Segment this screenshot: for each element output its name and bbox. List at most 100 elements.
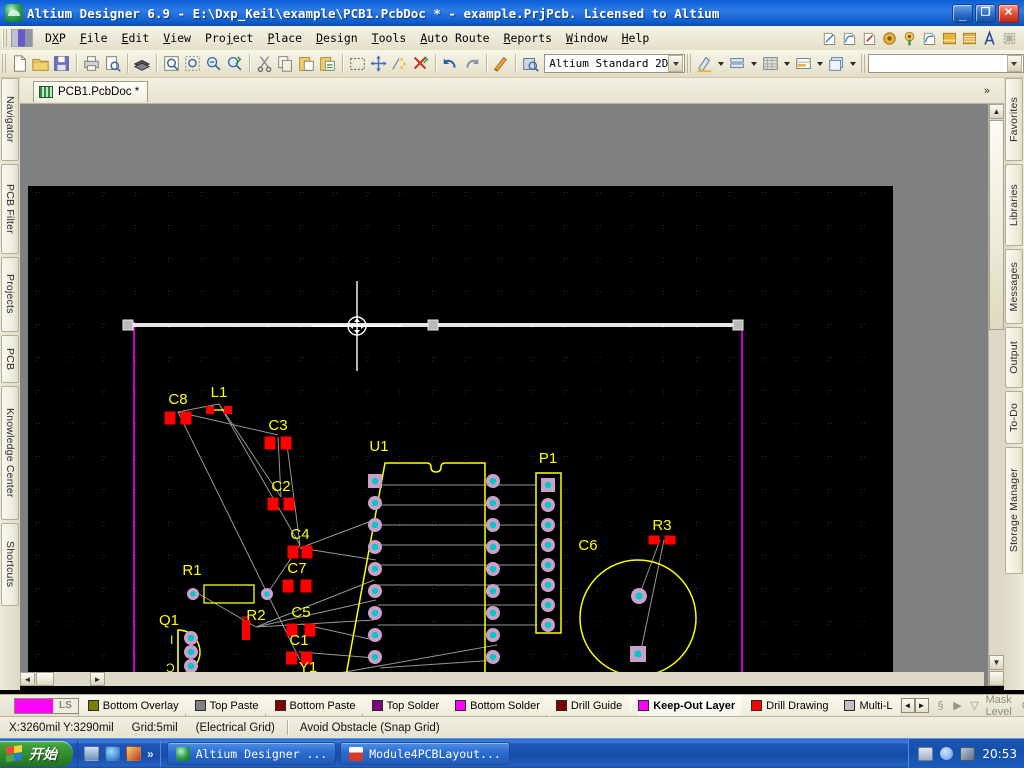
layer-stack-split-button[interactable] (727, 53, 760, 74)
chevron-down-icon[interactable] (781, 53, 793, 74)
layer-tab-bottom-overlay[interactable]: Bottom Overlay (78, 694, 186, 717)
chevron-down-icon[interactable] (715, 53, 727, 74)
place-dimension-icon[interactable] (1001, 30, 1018, 47)
through-hole-pad[interactable] (630, 646, 646, 662)
layer-tab-bottom-paste[interactable]: Bottom Paste (265, 694, 363, 717)
menu-item-place[interactable]: Place (260, 28, 309, 48)
board-sheet[interactable] (28, 186, 893, 680)
menu-drag-grip[interactable] (2, 29, 9, 47)
layer-sets-chip[interactable]: LS (14, 697, 79, 714)
chevron-down-icon[interactable] (814, 53, 826, 74)
board-layers-icon[interactable] (131, 53, 152, 74)
place-arc-center-icon[interactable] (921, 30, 938, 47)
through-hole-pad[interactable] (368, 562, 382, 576)
layer-sets-icon[interactable] (826, 53, 847, 74)
deselect-all-icon[interactable] (410, 53, 431, 74)
scroll-left-button[interactable]: ◄ (20, 672, 35, 686)
layer-tab-bottom-solder[interactable]: Bottom Solder (446, 694, 547, 717)
draftsman-split-button[interactable] (694, 53, 727, 74)
close-button[interactable]: ✕ (998, 3, 1019, 23)
toolbar-grip[interactable] (2, 54, 7, 73)
pcb-canvas[interactable]: I Ɔ C8 L1 C3 C2 C4 C7 C5 C1 R1 R2 Q1 Y1 U1 P1 C6 R3 (20, 104, 1000, 686)
through-hole-pad[interactable] (368, 584, 382, 598)
menu-item-help[interactable]: Help (615, 28, 657, 48)
document-tab-overflow[interactable]: » (980, 82, 994, 100)
keyboard-layout-icon[interactable] (918, 746, 934, 761)
browse-component-icon[interactable] (520, 53, 541, 74)
layer-prev-button[interactable]: ◄ (900, 698, 915, 713)
through-hole-pad[interactable] (486, 540, 500, 554)
cross-probe-icon[interactable] (490, 53, 511, 74)
network-icon[interactable] (960, 746, 976, 761)
left-panel-tab-pcb[interactable]: PCB (1, 334, 19, 383)
right-panel-tab-to-do[interactable]: To-Do (1005, 390, 1023, 444)
zoom-area-icon[interactable] (182, 53, 203, 74)
draftsman-icon[interactable] (694, 53, 715, 74)
place-pad-icon[interactable] (881, 30, 898, 47)
right-panel-tab-storage-manager[interactable]: Storage Manager (1005, 446, 1023, 574)
through-hole-pad[interactable] (368, 518, 382, 532)
tray-expand-icon[interactable] (940, 747, 954, 760)
taskbar-clock[interactable]: 20:53 (982, 747, 1017, 761)
menu-item-window[interactable]: Window (559, 28, 615, 48)
scroll-page-button[interactable] (989, 671, 1004, 686)
menu-item-edit[interactable]: Edit (115, 28, 157, 48)
through-hole-pad[interactable] (486, 650, 500, 664)
through-hole-pad[interactable] (541, 598, 555, 612)
zoom-out-icon[interactable] (203, 53, 224, 74)
menu-item-design[interactable]: Design (309, 28, 365, 48)
layer-stack-icon[interactable] (727, 53, 748, 74)
minimize-button[interactable]: _ (952, 3, 973, 23)
through-hole-pad[interactable] (486, 562, 500, 576)
media-player-icon[interactable] (126, 746, 141, 761)
layer-sets-split-button[interactable] (826, 53, 859, 74)
canvas-vertical-scrollbar[interactable]: ▲ ▼ (988, 104, 1004, 686)
pcb-list-split-button[interactable] (793, 53, 826, 74)
right-panel-tab-favorites[interactable]: Favorites (1005, 78, 1023, 161)
right-panel-tab-output[interactable]: Output (1005, 327, 1023, 388)
paste-icon[interactable] (296, 53, 317, 74)
copy-icon[interactable] (275, 53, 296, 74)
track-vertex-handle[interactable] (427, 319, 439, 331)
pcb-list-icon[interactable] (793, 53, 814, 74)
net-filter-combo[interactable] (868, 54, 1024, 73)
through-hole-pad[interactable] (541, 478, 555, 492)
start-button[interactable]: 开始 (0, 740, 73, 767)
save-icon[interactable] (51, 53, 72, 74)
zoom-selected-icon[interactable] (224, 53, 245, 74)
filter-icon[interactable]: ▽ (969, 699, 981, 712)
menu-item-file[interactable]: File (73, 28, 115, 48)
through-hole-pad[interactable] (486, 496, 500, 510)
through-hole-pad[interactable] (184, 659, 198, 673)
vertical-scroll-thumb[interactable] (989, 120, 1004, 330)
scroll-right-button[interactable]: ► (90, 672, 105, 686)
cut-icon[interactable] (254, 53, 275, 74)
layer-tab-multi-l[interactable]: Multi-L (835, 694, 900, 717)
place-track-icon[interactable] (821, 30, 838, 47)
right-panel-tab-libraries[interactable]: Libraries (1005, 163, 1023, 247)
view-configuration-combo[interactable]: Altium Standard 2D (544, 54, 686, 73)
zoom-document-icon[interactable] (161, 53, 182, 74)
left-panel-tab-projects[interactable]: Projects (1, 256, 19, 332)
layer-tab-drill-drawing[interactable]: Drill Drawing (742, 694, 836, 717)
through-hole-pad[interactable] (631, 588, 647, 604)
board-insight-split-button[interactable] (760, 53, 793, 74)
paste-special-icon[interactable] (317, 53, 338, 74)
through-hole-pad[interactable] (368, 474, 382, 488)
single-layer-mode-icon[interactable]: § (935, 700, 947, 712)
layer-tab-top-solder[interactable]: Top Solder (362, 694, 447, 717)
through-hole-pad[interactable] (541, 538, 555, 552)
through-hole-pad[interactable] (184, 631, 198, 645)
through-hole-pad[interactable] (368, 496, 382, 510)
place-polygon-icon[interactable] (941, 30, 958, 47)
left-panel-tab-shortcuts[interactable]: Shortcuts (1, 523, 19, 606)
through-hole-pad[interactable] (541, 618, 555, 632)
through-hole-pad[interactable] (368, 650, 382, 664)
print-icon[interactable] (81, 53, 102, 74)
new-document-icon[interactable] (9, 53, 30, 74)
menu-item-auto-route[interactable]: Auto Route (413, 28, 496, 48)
left-panel-tab-knowledge-center[interactable]: Knowledge Center (1, 385, 19, 521)
through-hole-pad[interactable] (541, 518, 555, 532)
document-tab-pcb1[interactable]: PCB1.PcbDoc * (33, 81, 149, 102)
chevron-down-icon[interactable] (748, 53, 760, 74)
